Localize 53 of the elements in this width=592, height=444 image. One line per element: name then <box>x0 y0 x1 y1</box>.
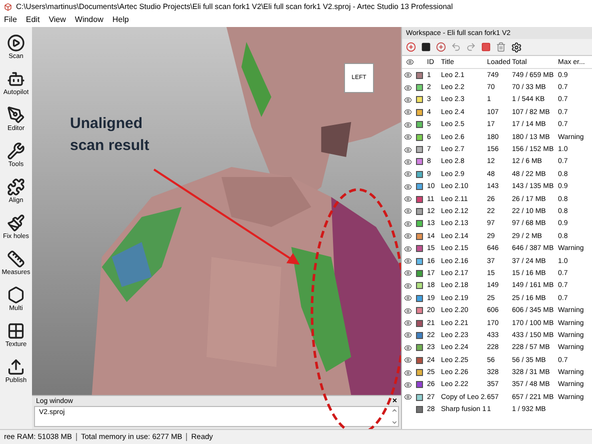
eye-icon[interactable] <box>404 319 412 327</box>
eye-icon[interactable] <box>404 269 412 278</box>
menu-item[interactable]: File <box>4 16 17 24</box>
trash-icon[interactable] <box>496 42 506 52</box>
pen-icon <box>7 106 25 124</box>
eye-icon[interactable] <box>404 282 412 290</box>
eye-icon[interactable] <box>404 232 412 240</box>
eye-icon[interactable] <box>404 244 412 253</box>
robot-icon <box>7 70 25 88</box>
eye-icon[interactable] <box>404 220 412 228</box>
eye-icon[interactable] <box>404 207 412 216</box>
ruler-icon <box>7 250 25 268</box>
eye-icon[interactable] <box>404 182 412 191</box>
eye-icon[interactable] <box>404 368 412 377</box>
add-icon[interactable] <box>406 42 416 52</box>
eye-icon[interactable] <box>404 356 412 364</box>
eye-icon[interactable] <box>404 146 412 154</box>
eye-icon[interactable] <box>404 393 412 402</box>
eye-icon[interactable] <box>404 133 412 142</box>
close-button[interactable]: × <box>392 397 397 405</box>
eye-icon[interactable] <box>404 84 412 92</box>
upload-icon <box>7 358 25 376</box>
eye-icon[interactable] <box>404 71 412 80</box>
add-icon[interactable] <box>436 42 446 52</box>
app-icon <box>4 2 12 10</box>
wrench-icon <box>7 142 25 160</box>
hexagon-icon <box>7 286 25 304</box>
brush-icon <box>7 214 25 232</box>
eye-icon[interactable] <box>404 170 412 178</box>
puzzle-icon <box>7 178 25 196</box>
annotation-label: Unaligned scan result <box>70 114 150 156</box>
eye-icon[interactable] <box>404 331 412 340</box>
eye-icon[interactable] <box>404 108 412 116</box>
eye-icon[interactable] <box>404 120 412 129</box>
settings-icon[interactable] <box>511 42 522 52</box>
menu-item[interactable]: Window <box>74 16 104 24</box>
eye-icon[interactable] <box>404 195 412 204</box>
play-icon <box>7 34 25 52</box>
eye-icon[interactable] <box>404 294 412 302</box>
scroll-up-icon[interactable] <box>391 407 398 414</box>
eye-icon[interactable] <box>404 344 412 352</box>
grid-icon <box>7 322 25 340</box>
eye-icon[interactable] <box>404 257 412 266</box>
menu-item[interactable]: View <box>48 16 66 24</box>
menu-item[interactable]: Edit <box>26 16 40 24</box>
square-icon[interactable] <box>421 42 431 52</box>
menu-item[interactable]: Help <box>112 16 129 24</box>
scroll-down-icon[interactable] <box>391 419 398 426</box>
eye-icon[interactable] <box>404 380 412 389</box>
eye-icon[interactable] <box>404 306 412 315</box>
eye-icon[interactable] <box>404 96 412 104</box>
eye-icon <box>404 58 416 66</box>
eye-icon[interactable] <box>404 158 412 166</box>
